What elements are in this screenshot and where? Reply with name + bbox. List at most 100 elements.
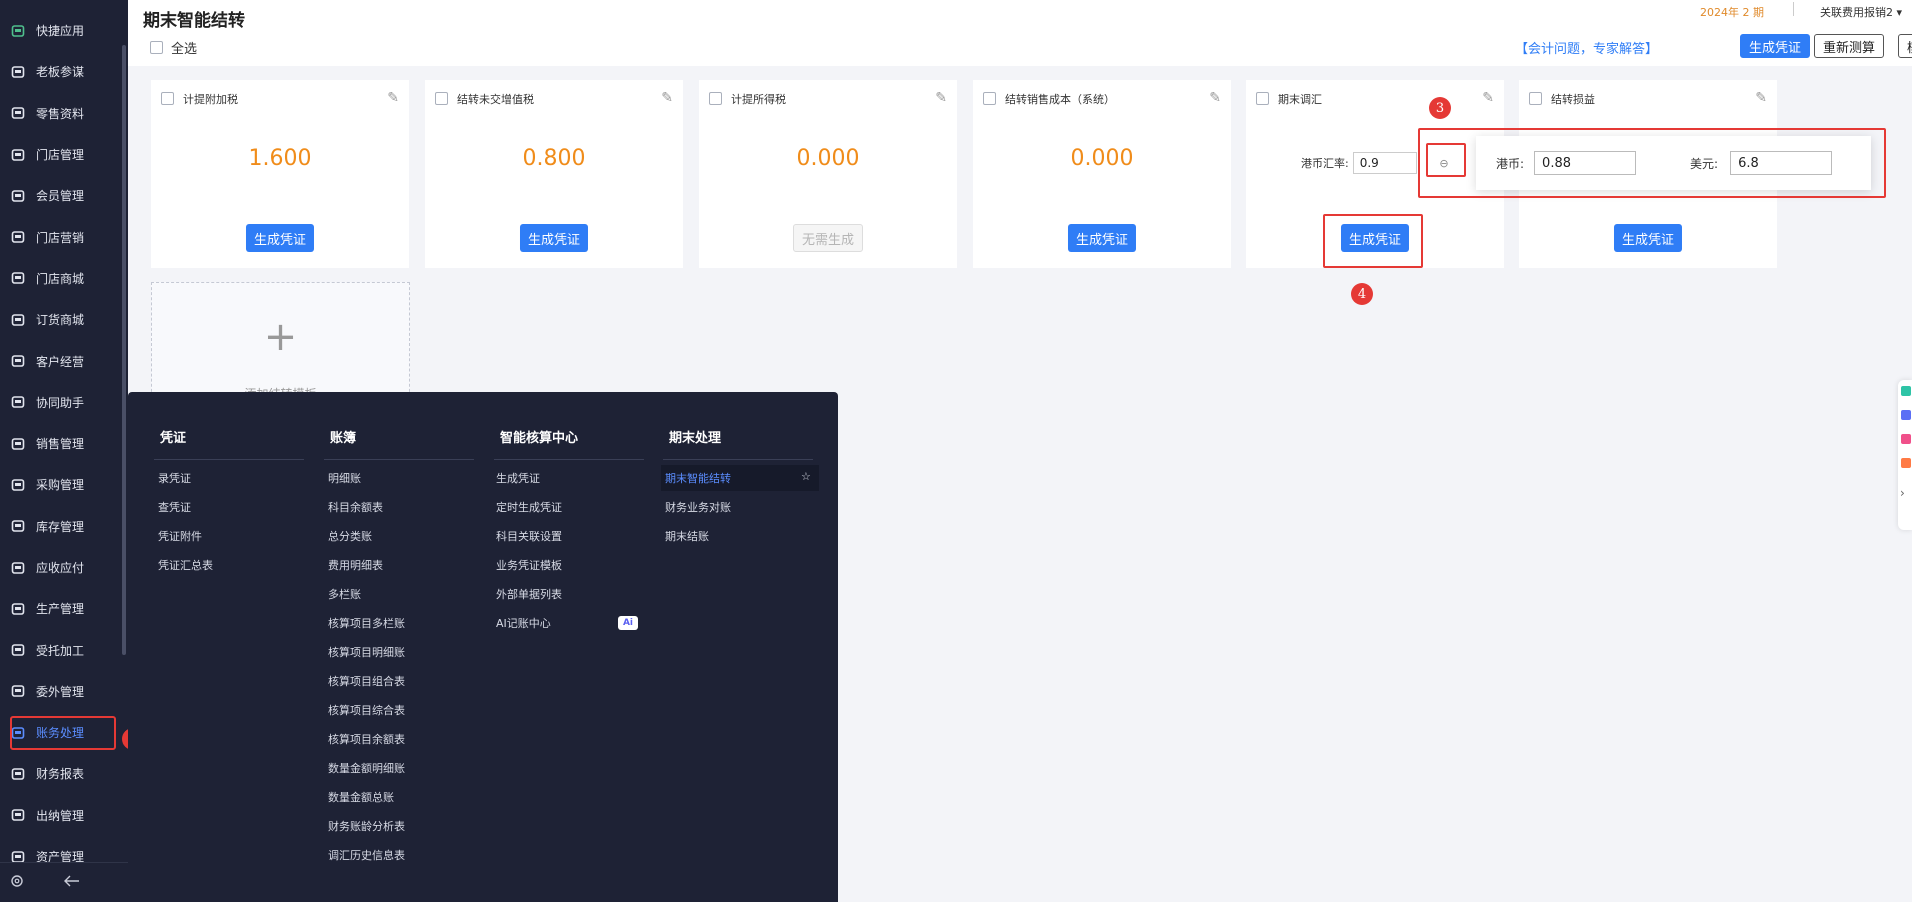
shop-card-icon — [10, 270, 26, 286]
card-no-need-button[interactable]: 无需生成 — [792, 224, 864, 252]
sidebar-footer — [0, 862, 128, 902]
sidebar-item[interactable]: 门店商城 — [0, 258, 124, 299]
menu-item[interactable]: 科目余额表 — [328, 499, 383, 515]
highlight-rate-popup — [1418, 128, 1886, 198]
chat-icon[interactable] — [1901, 410, 1911, 420]
ai-badge: Ai — [618, 616, 638, 630]
menu-item[interactable]: 明细账 — [328, 470, 361, 486]
sidebar-item[interactable]: 门店管理 — [0, 134, 124, 175]
chevron-right-icon[interactable]: › — [1900, 486, 1905, 500]
receivable-icon — [10, 560, 26, 576]
menu-item[interactable]: 多栏账 — [328, 586, 361, 602]
menu-item[interactable]: 生成凭证 — [496, 470, 540, 486]
card-generate-button[interactable]: 生成凭证 — [519, 224, 589, 252]
menu-item[interactable]: 核算项目多栏账 — [328, 615, 405, 631]
menu-item[interactable]: 期末结账 — [665, 528, 709, 544]
sidebar-item[interactable]: 库存管理 — [0, 506, 124, 547]
add-template-card[interactable]: + 添加结转模板 — [151, 282, 410, 402]
edit-icon[interactable]: ✎ — [387, 90, 399, 106]
menu-item[interactable]: 定时生成凭证 — [496, 499, 562, 515]
edit-icon[interactable]: ✎ — [1209, 90, 1221, 106]
card-checkbox[interactable] — [983, 92, 996, 105]
card-checkbox[interactable] — [1529, 92, 1542, 105]
menu-item[interactable]: 核算项目综合表 — [328, 702, 405, 718]
menu-item[interactable]: 查凭证 — [158, 499, 191, 515]
menu-item[interactable]: 业务凭证模板 — [496, 557, 562, 573]
help-icon[interactable] — [1901, 386, 1911, 396]
gift-icon[interactable] — [1901, 434, 1911, 444]
menu-item[interactable]: 总分类账 — [328, 528, 372, 544]
card-generate-button[interactable]: 生成凭证 — [245, 224, 315, 252]
menu-item[interactable]: 财务业务对账 — [665, 499, 731, 515]
card-checkbox[interactable] — [435, 92, 448, 105]
sidebar-item-label: 生产管理 — [36, 602, 85, 617]
header-divider — [1793, 2, 1794, 16]
menu-item[interactable]: 录凭证 — [158, 470, 191, 486]
card-generate-button[interactable]: 生成凭证 — [1613, 224, 1683, 252]
sidebar-item-label: 财务报表 — [36, 767, 85, 782]
menu-item[interactable]: 费用明细表 — [328, 557, 383, 573]
sales-icon — [10, 436, 26, 452]
sidebar-item[interactable]: 订货商城 — [0, 299, 124, 340]
report-icon — [10, 766, 26, 782]
sidebar-item[interactable]: 协同助手 — [0, 382, 124, 423]
select-all-checkbox[interactable] — [150, 41, 163, 54]
expert-help-link[interactable]: 【会计问题，专家解答】 — [1515, 38, 1658, 57]
edit-icon[interactable]: ✎ — [661, 90, 673, 106]
card-checkbox[interactable] — [709, 92, 722, 105]
favorite-star-icon[interactable]: ☆ — [801, 470, 811, 483]
select-all[interactable]: 全选 — [150, 38, 197, 57]
card-checkbox[interactable] — [1256, 92, 1269, 105]
menu-item[interactable]: 财务账龄分析表 — [328, 818, 405, 834]
sidebar-scrollbar[interactable] — [122, 45, 126, 655]
menu-item[interactable]: 科目关联设置 — [496, 528, 562, 544]
sidebar-item[interactable]: 受托加工 — [0, 629, 124, 670]
sidebar-item[interactable]: 应收应付 — [0, 547, 124, 588]
sidebar-item[interactable]: 客户经营 — [0, 340, 124, 381]
arrow-left-icon[interactable] — [64, 875, 80, 890]
sidebar-item[interactable]: 会员管理 — [0, 175, 124, 216]
sidebar-item-label: 库存管理 — [36, 519, 85, 534]
sidebar-item[interactable]: 老板参谋 — [0, 51, 124, 92]
menu-item[interactable]: 核算项目余额表 — [328, 731, 405, 747]
company-selector[interactable]: 关联费用报销2 ▾ — [1820, 4, 1902, 20]
sidebar-item[interactable]: 生产管理 — [0, 588, 124, 629]
calendar-icon[interactable] — [1901, 458, 1911, 468]
sidebar-item[interactable]: 零售资料 — [0, 93, 124, 134]
settings-icon[interactable] — [10, 874, 24, 891]
menu-item[interactable]: 凭证汇总表 — [158, 557, 213, 573]
sidebar-item[interactable]: 财务报表 — [0, 753, 124, 794]
menu-item[interactable]: 数量金额明细账 — [328, 760, 405, 776]
sidebar-item[interactable]: 销售管理 — [0, 423, 124, 464]
sidebar-item-label: 客户经营 — [36, 354, 85, 369]
recalculate-button[interactable]: 重新测算 — [1813, 34, 1884, 58]
menu-item[interactable]: 凭证附件 — [158, 528, 202, 544]
outsource-icon — [10, 683, 26, 699]
hkd-rate-row: 港币汇率: 0.9 — [1301, 152, 1417, 174]
menu-item[interactable]: 核算项目明细账 — [328, 644, 405, 660]
sidebar-item[interactable]: 快捷应用 — [0, 10, 124, 51]
edit-icon[interactable]: ✎ — [1482, 90, 1494, 106]
hkd-rate-input[interactable]: 0.9 — [1352, 152, 1417, 174]
menu-item[interactable]: 数量金额总账 — [328, 789, 394, 805]
menu-item[interactable]: AI记账中心 — [496, 615, 551, 631]
edit-icon[interactable]: ✎ — [935, 90, 947, 106]
menu-item[interactable]: 核算项目组合表 — [328, 673, 405, 689]
card-amount: 0.800 — [522, 146, 586, 171]
sidebar-item[interactable]: 采购管理 — [0, 464, 124, 505]
sidebar-item[interactable]: 委外管理 — [0, 671, 124, 712]
card-title: 结转销售成本（系统） — [1005, 93, 1115, 106]
menu-item[interactable]: 期末智能结转 — [665, 470, 731, 486]
card-checkbox[interactable] — [161, 92, 174, 105]
period-label[interactable]: 2024年 2 期 — [1700, 4, 1764, 20]
sidebar-item[interactable]: 门店营销 — [0, 216, 124, 257]
page-title: 期末智能结转 — [143, 11, 245, 31]
edit-icon[interactable]: ✎ — [1755, 90, 1767, 106]
generate-voucher-button[interactable]: 生成凭证 — [1739, 34, 1810, 58]
menu-item[interactable]: 调汇历史信息表 — [328, 847, 405, 863]
card-generate-button[interactable]: 生成凭证 — [1067, 224, 1137, 252]
template-list-button[interactable]: 模板列表 — [1897, 34, 1912, 58]
sidebar-item[interactable]: 账务处理 — [0, 712, 124, 753]
menu-item[interactable]: 外部单据列表 — [496, 586, 562, 602]
sidebar-item[interactable]: 出纳管理 — [0, 795, 124, 836]
